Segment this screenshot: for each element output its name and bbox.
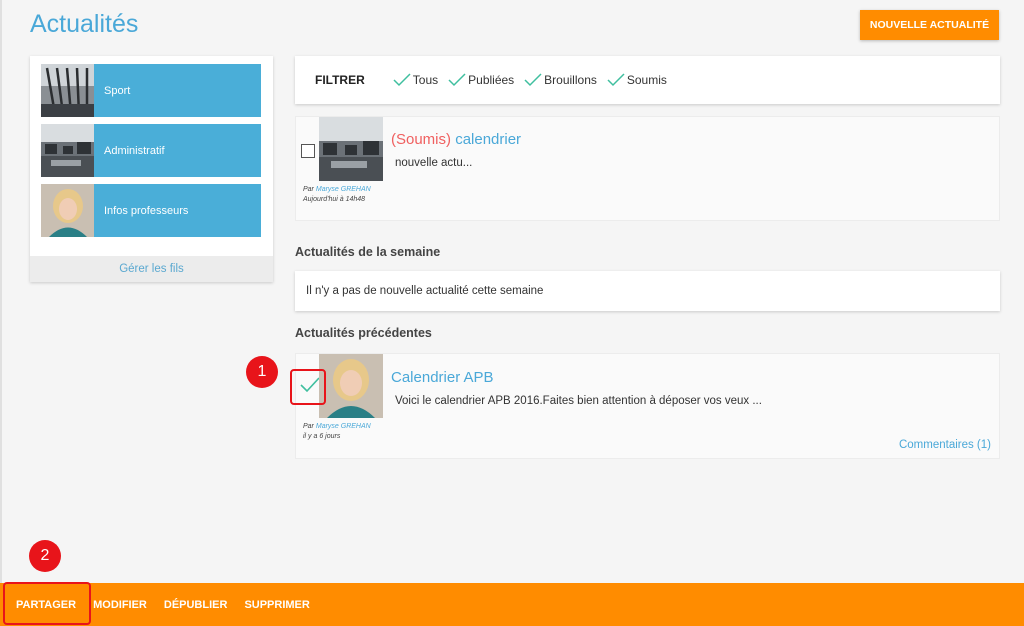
filter-option-publiees[interactable]: Publiées bbox=[448, 73, 514, 87]
annotation-highlight-checkbox bbox=[290, 369, 326, 405]
check-icon bbox=[607, 73, 625, 87]
comments-link[interactable]: Commentaires (1) bbox=[899, 439, 991, 451]
author-link[interactable]: Maryse GREHAN bbox=[316, 186, 371, 193]
action-bar: PARTAGER MODIFIER DÉPUBLIER SUPPRIMER bbox=[0, 583, 1024, 626]
building-photo-icon bbox=[41, 64, 94, 117]
news-card-current[interactable]: Par Maryse GREHAN Aujourd'hui à 14h48 (S… bbox=[295, 116, 1000, 221]
filter-option-brouillons[interactable]: Brouillons bbox=[524, 73, 597, 87]
check-icon bbox=[393, 73, 411, 87]
annotation-badge-2: 2 bbox=[29, 540, 61, 572]
check-icon bbox=[524, 73, 542, 87]
by-label: Par bbox=[303, 423, 314, 430]
select-checkbox[interactable] bbox=[301, 144, 315, 158]
office-photo-icon bbox=[41, 124, 94, 177]
thread-item-sport[interactable]: Sport bbox=[41, 64, 261, 117]
week-empty-message: Il n'y a pas de nouvelle actualité cette… bbox=[295, 271, 1000, 311]
empty-text: Il n'y a pas de nouvelle actualité cette… bbox=[306, 285, 544, 297]
news-meta: Par Maryse GREHAN Aujourd'hui à 14h48 bbox=[303, 185, 371, 205]
filter-label: FILTRER bbox=[315, 73, 365, 87]
check-icon bbox=[448, 73, 466, 87]
news-title-text: calendrier bbox=[455, 131, 522, 148]
unpublish-button[interactable]: DÉPUBLIER bbox=[164, 599, 228, 611]
page-title: Actualités bbox=[30, 10, 139, 38]
news-excerpt: Voici le calendrier APB 2016.Faites bien… bbox=[395, 395, 762, 407]
new-news-button[interactable]: NOUVELLE ACTUALITÉ bbox=[860, 10, 999, 40]
by-label: Par bbox=[303, 186, 314, 193]
thread-item-infos-professeurs[interactable]: Infos professeurs bbox=[41, 184, 261, 237]
filter-option-soumis[interactable]: Soumis bbox=[607, 73, 667, 87]
annotation-badge-1: 1 bbox=[246, 356, 278, 388]
status-badge: (Soumis) bbox=[391, 131, 452, 148]
filter-option-tous[interactable]: Tous bbox=[393, 73, 438, 87]
filter-option-label: Soumis bbox=[626, 73, 667, 87]
portrait-photo-icon bbox=[319, 354, 383, 418]
filter-option-label: Tous bbox=[412, 73, 439, 87]
manage-threads-link[interactable]: Gérer les fils bbox=[30, 256, 273, 282]
portrait-photo-icon bbox=[41, 184, 94, 237]
thread-label: Administratif bbox=[104, 144, 165, 157]
author-link[interactable]: Maryse GREHAN bbox=[316, 423, 371, 430]
news-card-previous[interactable]: Par Maryse GREHAN il y a 6 jours Calendr… bbox=[295, 353, 1000, 459]
news-title[interactable]: Calendrier APB bbox=[391, 369, 494, 386]
previous-section-title: Actualités précédentes bbox=[295, 326, 432, 340]
filter-option-label: Brouillons bbox=[544, 73, 597, 87]
thread-item-administratif[interactable]: Administratif bbox=[41, 124, 261, 177]
filter-option-label: Publiées bbox=[468, 73, 515, 87]
thread-label: Sport bbox=[104, 84, 131, 97]
news-date: Aujourd'hui à 14h48 bbox=[303, 196, 366, 203]
office-photo-icon bbox=[319, 117, 383, 181]
news-date: il y a 6 jours bbox=[303, 433, 341, 440]
news-excerpt: nouvelle actu... bbox=[395, 157, 473, 169]
annotation-highlight-share bbox=[3, 582, 91, 625]
delete-button[interactable]: SUPPRIMER bbox=[244, 599, 309, 611]
week-section-title: Actualités de la semaine bbox=[295, 245, 441, 259]
filter-bar: FILTRER Tous Publiées Brouillons Soumis bbox=[295, 56, 1000, 104]
threads-sidebar: Sport Administratif Infos professeurs Gé… bbox=[30, 56, 273, 282]
edit-button[interactable]: MODIFIER bbox=[93, 599, 147, 611]
thread-label: Infos professeurs bbox=[104, 204, 189, 217]
app-frame: Actualités NOUVELLE ACTUALITÉ Sport Admi… bbox=[0, 0, 1024, 583]
news-title[interactable]: (Soumis) calendrier bbox=[391, 131, 521, 148]
news-meta: Par Maryse GREHAN il y a 6 jours bbox=[303, 422, 371, 442]
